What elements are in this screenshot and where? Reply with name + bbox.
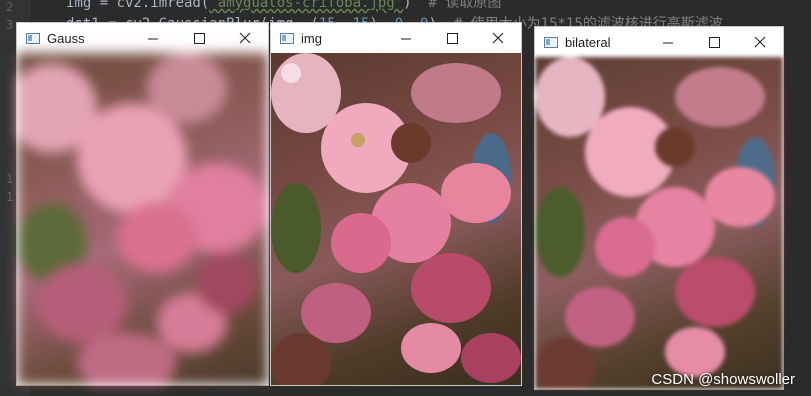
close-button[interactable] [222, 23, 268, 53]
line-number: 3 [6, 18, 14, 32]
window-title: img [301, 30, 322, 46]
bilateral-window[interactable]: bilateral [534, 26, 784, 390]
window-title: bilateral [565, 34, 611, 50]
line-number: 1 [6, 172, 14, 186]
close-icon [239, 32, 251, 44]
window-titlebar[interactable]: Gauss [17, 23, 268, 53]
minimize-icon [662, 42, 673, 43]
opencv-window-icon [280, 32, 294, 44]
opencv-window-icon [26, 32, 40, 44]
minimize-button[interactable] [645, 27, 691, 57]
close-icon [754, 36, 766, 48]
maximize-icon [446, 32, 458, 44]
maximize-icon [193, 32, 205, 44]
minimize-button[interactable] [383, 23, 429, 53]
img-original-image [271, 53, 521, 385]
maximize-button[interactable] [429, 23, 475, 53]
close-icon [492, 32, 504, 44]
csdn-watermark: CSDN @showswoller [651, 371, 795, 388]
window-titlebar[interactable]: bilateral [535, 27, 783, 57]
code-line-imread[interactable]: img = cv2.imread('amyguatos-crifoba.jpg'… [66, 0, 501, 12]
gauss-window[interactable]: Gauss [16, 22, 269, 386]
img-window[interactable]: img [270, 22, 522, 386]
minimize-icon [147, 38, 158, 39]
line-number: 1 [6, 190, 14, 204]
minimize-icon [400, 38, 411, 39]
minimize-button[interactable] [130, 23, 176, 53]
opencv-window-icon [544, 36, 558, 48]
maximize-button[interactable] [691, 27, 737, 57]
line-number: 2 [6, 0, 14, 14]
close-button[interactable] [737, 27, 783, 57]
bilateral-image [535, 57, 783, 389]
gauss-image [17, 53, 268, 385]
maximize-icon [708, 36, 720, 48]
window-title: Gauss [47, 30, 85, 46]
window-titlebar[interactable]: img [271, 23, 521, 53]
maximize-button[interactable] [176, 23, 222, 53]
close-button[interactable] [475, 23, 521, 53]
